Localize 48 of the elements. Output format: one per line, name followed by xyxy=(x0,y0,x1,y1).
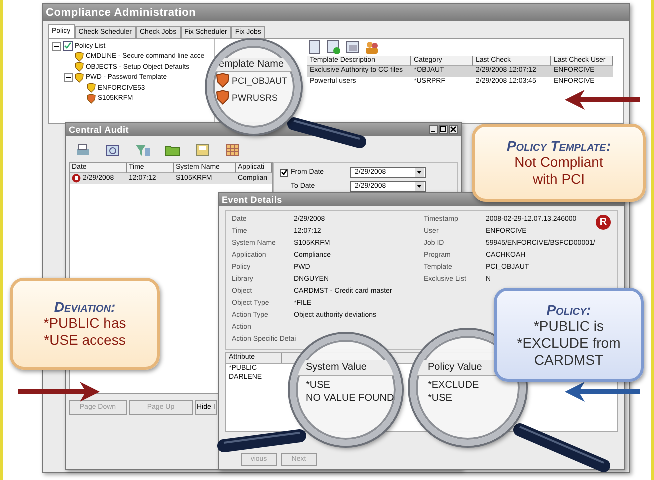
shield-icon xyxy=(75,52,84,62)
shield-icon xyxy=(87,83,96,94)
maximize-icon[interactable] xyxy=(439,125,448,134)
column-header: System Value xyxy=(306,362,367,373)
shield-icon xyxy=(75,72,84,83)
callout-text: *EXCLUDE from xyxy=(517,334,621,352)
minimize-icon[interactable] xyxy=(429,125,438,134)
callout-text: with PCI xyxy=(532,171,586,188)
callout-text: *PUBLIC is xyxy=(534,318,604,334)
check-icon[interactable] xyxy=(326,40,342,55)
system-value: NO VALUE FOUND xyxy=(306,392,394,405)
severity-badge: R xyxy=(596,215,611,230)
callout-title: Deviation: xyxy=(54,299,116,315)
people-icon[interactable] xyxy=(364,40,380,55)
printer-icon[interactable] xyxy=(75,142,91,158)
callout-title: Policy: xyxy=(546,302,592,318)
shield-icon xyxy=(216,90,230,105)
window-title: Event Details xyxy=(222,194,282,204)
expander-icon[interactable] xyxy=(64,73,73,82)
shield-icon xyxy=(87,94,96,104)
policy-value: *USE xyxy=(428,392,452,405)
template-name: PWRUSRS xyxy=(232,92,278,102)
callout-text: *PUBLIC has xyxy=(44,315,126,332)
callout-text: Not Compliant xyxy=(514,154,604,171)
check-icon xyxy=(280,169,288,176)
grid-icon[interactable] xyxy=(225,142,241,158)
caret-icon[interactable] xyxy=(415,168,424,177)
shield-icon xyxy=(75,62,84,72)
column-header: emplate Name xyxy=(219,59,284,70)
window-title: Compliance Administration xyxy=(46,6,196,18)
window-title: Central Audit xyxy=(69,124,130,134)
calendar-icon[interactable] xyxy=(105,142,121,158)
shield-icon xyxy=(216,73,230,88)
alert-icon xyxy=(72,174,81,183)
close-icon[interactable] xyxy=(449,125,458,134)
column-header: Policy Value xyxy=(428,362,482,373)
system-value: *USE xyxy=(306,379,330,392)
checkbox[interactable] xyxy=(280,168,288,176)
checklist-icon xyxy=(63,41,73,52)
callout-text: *USE access xyxy=(44,332,126,349)
policy-value: *EXCLUDE xyxy=(428,379,480,392)
template-name: PCI_OBJAUT xyxy=(232,76,288,86)
page-icon[interactable] xyxy=(307,40,323,55)
window-icon[interactable] xyxy=(345,40,361,55)
caret-icon[interactable] xyxy=(415,182,424,191)
callout-title: Policy Template: xyxy=(506,138,612,154)
callout-text: CARDMST xyxy=(534,352,604,368)
expander-icon[interactable] xyxy=(52,42,61,51)
